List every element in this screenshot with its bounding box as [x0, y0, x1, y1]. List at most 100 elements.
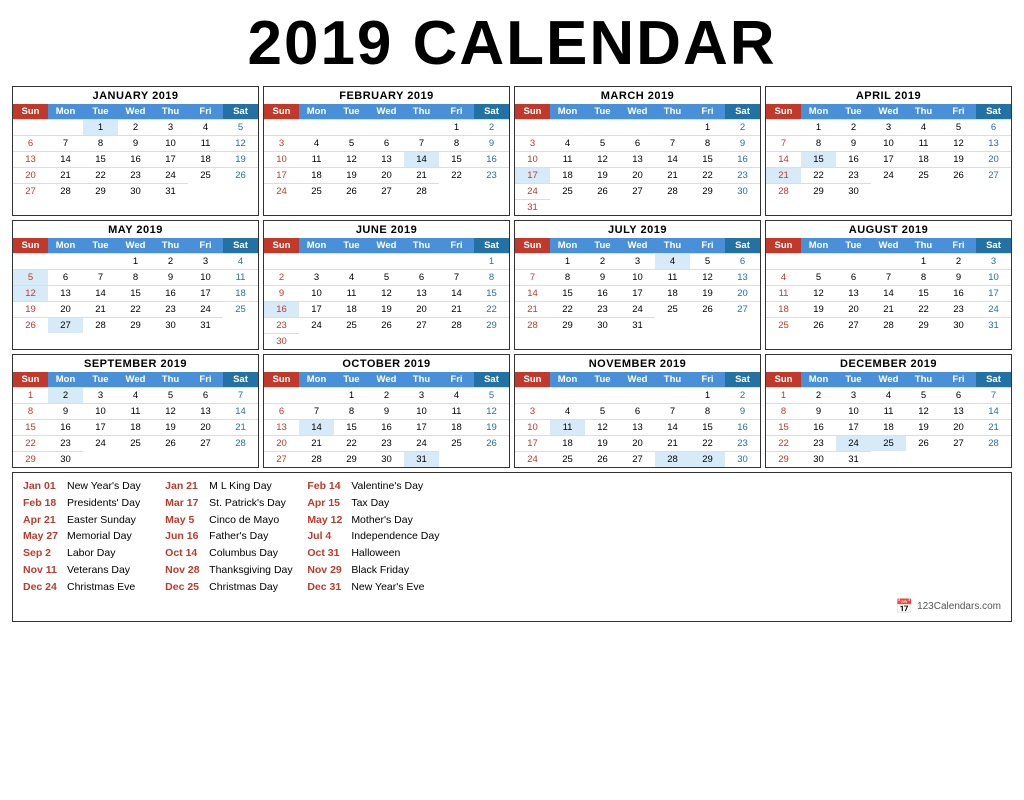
day-cell: 4: [334, 269, 369, 285]
day-cell: 15: [906, 285, 941, 301]
day-cell: 7: [976, 387, 1011, 403]
day-cell: 21: [439, 301, 474, 317]
holiday-row: Feb 14Valentine's Day: [307, 479, 439, 495]
day-header-row: SunMonTueWedThuFriSat: [766, 372, 1011, 387]
day-cell: 9: [836, 135, 871, 151]
day-cell-empty: [515, 119, 550, 135]
page: 2019 CALENDAR JANUARY 2019SunMonTueWedTh…: [0, 0, 1024, 630]
holiday-row: May 27Memorial Day: [23, 529, 155, 545]
day-cell: 14: [655, 151, 690, 167]
day-cell: 9: [801, 403, 836, 419]
day-cell-empty: [48, 119, 83, 135]
day-header-row: SunMonTueWedThuFriSat: [264, 372, 509, 387]
holiday-date: May 12: [307, 513, 345, 529]
day-cell: 23: [264, 317, 299, 333]
day-cell: 14: [83, 285, 118, 301]
day-cell: 20: [620, 167, 655, 183]
day-header-cell: Sat: [474, 104, 509, 119]
day-cell: 13: [264, 419, 299, 435]
day-header-cell: Tue: [334, 238, 369, 253]
day-cell: 20: [976, 151, 1011, 167]
day-cell: 16: [474, 151, 509, 167]
day-header-cell: Sun: [515, 104, 550, 119]
day-cell: 30: [585, 317, 620, 333]
day-cell: 21: [515, 301, 550, 317]
branding: 📅 123Calendars.com: [23, 598, 1001, 615]
day-cell: 3: [620, 253, 655, 269]
day-cell: 2: [264, 269, 299, 285]
day-cell: 4: [766, 269, 801, 285]
day-cell: 2: [725, 387, 760, 403]
day-cell-empty: [48, 253, 83, 269]
day-header-cell: Tue: [836, 238, 871, 253]
day-header-cell: Tue: [83, 372, 118, 387]
day-cell: 1: [550, 253, 585, 269]
day-cell-empty: [585, 119, 620, 135]
holiday-name: St. Patrick's Day: [209, 496, 286, 512]
day-cell: 8: [906, 269, 941, 285]
day-cell: 1: [801, 119, 836, 135]
day-cell: 10: [620, 269, 655, 285]
day-cell: 30: [264, 333, 299, 349]
day-cell: 17: [871, 151, 906, 167]
month-block: SEPTEMBER 2019SunMonTueWedThuFriSat12345…: [12, 354, 259, 468]
day-cell: 14: [655, 419, 690, 435]
month-block: DECEMBER 2019SunMonTueWedThuFriSat123456…: [765, 354, 1012, 468]
day-header-cell: Fri: [690, 238, 725, 253]
day-cell: 13: [836, 285, 871, 301]
day-cell: 25: [223, 301, 258, 317]
day-cell: 2: [941, 253, 976, 269]
day-cell: 4: [550, 135, 585, 151]
day-cell: 19: [153, 419, 188, 435]
month-block: JUNE 2019SunMonTueWedThuFriSat1234567891…: [263, 220, 510, 350]
day-cell: 3: [515, 135, 550, 151]
day-cell: 15: [439, 151, 474, 167]
day-header-row: SunMonTueWedThuFriSat: [515, 238, 760, 253]
day-cell: 2: [836, 119, 871, 135]
day-cell: 30: [48, 451, 83, 467]
day-cell: 23: [153, 301, 188, 317]
day-cell: 13: [941, 403, 976, 419]
day-cell: 15: [801, 151, 836, 167]
day-header-cell: Tue: [585, 238, 620, 253]
day-cell: 2: [369, 387, 404, 403]
day-cell: 2: [585, 253, 620, 269]
day-cell: 6: [369, 135, 404, 151]
day-header-cell: Wed: [369, 238, 404, 253]
month-block: FEBRUARY 2019SunMonTueWedThuFriSat123456…: [263, 86, 510, 216]
day-cell-empty: [299, 253, 334, 269]
day-cell: 17: [404, 419, 439, 435]
day-cell: 9: [153, 269, 188, 285]
day-cell-empty: [264, 119, 299, 135]
days-grid: 1234567891011121314151617181920212223242…: [264, 119, 509, 199]
day-header-cell: Mon: [550, 238, 585, 253]
day-cell: 14: [299, 419, 334, 435]
day-cell: 18: [118, 419, 153, 435]
days-grid: 1234567891011121314151617181920212223242…: [766, 253, 1011, 333]
day-cell: 13: [48, 285, 83, 301]
day-cell: 7: [766, 135, 801, 151]
day-header-row: SunMonTueWedThuFriSat: [766, 238, 1011, 253]
day-cell: 26: [585, 183, 620, 199]
day-cell: 24: [871, 167, 906, 183]
month-block: MARCH 2019SunMonTueWedThuFriSat123456789…: [514, 86, 761, 216]
day-cell: 14: [404, 151, 439, 167]
day-header-cell: Fri: [188, 238, 223, 253]
day-cell: 16: [801, 419, 836, 435]
day-cell: 10: [836, 403, 871, 419]
day-header-cell: Wed: [871, 238, 906, 253]
holiday-date: Mar 17: [165, 496, 203, 512]
day-cell-empty: [13, 119, 48, 135]
day-cell: 22: [690, 167, 725, 183]
holiday-row: Dec 31New Year's Eve: [307, 580, 439, 596]
day-cell: 25: [334, 317, 369, 333]
brand-icon: 📅: [896, 598, 913, 615]
day-cell: 25: [299, 183, 334, 199]
holiday-row: Jan 21M L King Day: [165, 479, 297, 495]
day-cell: 14: [439, 285, 474, 301]
day-header-cell: Sun: [766, 372, 801, 387]
day-cell: 6: [620, 135, 655, 151]
day-cell-empty: [515, 387, 550, 403]
day-header-cell: Fri: [188, 372, 223, 387]
day-cell: 19: [369, 301, 404, 317]
